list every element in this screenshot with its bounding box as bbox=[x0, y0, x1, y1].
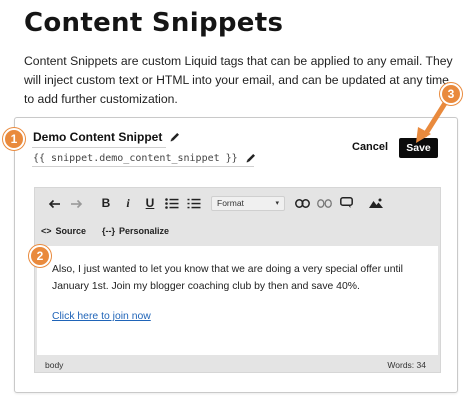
numbered-list-icon[interactable] bbox=[183, 194, 205, 212]
editor-status-bar: body Words: 34 bbox=[35, 356, 440, 373]
join-link[interactable]: Click here to join now bbox=[52, 311, 151, 322]
rich-text-editor: B i U Format ▾ <> Source {--} Personaliz… bbox=[34, 187, 441, 373]
snippet-name-field[interactable]: Demo Content Snippet bbox=[33, 130, 181, 144]
underline-icon: U bbox=[145, 196, 155, 210]
element-path: body bbox=[45, 360, 64, 370]
unlink-icon[interactable] bbox=[313, 194, 335, 212]
image-icon[interactable] bbox=[365, 194, 387, 212]
snippet-name-text: Demo Content Snippet bbox=[33, 130, 163, 144]
editor-body-text: Also, I just wanted to let you know that… bbox=[52, 264, 403, 292]
format-label: Format bbox=[217, 198, 244, 208]
source-label: Source bbox=[55, 226, 87, 236]
callout-badge-1: 1 bbox=[3, 128, 25, 150]
pencil-icon[interactable] bbox=[169, 131, 181, 143]
bold-icon: B bbox=[101, 196, 111, 210]
bullet-list-icon[interactable] bbox=[161, 194, 183, 212]
redo-icon[interactable] bbox=[65, 194, 87, 212]
personalize-button[interactable]: {--} Personalize bbox=[102, 226, 169, 236]
source-button[interactable]: <> Source bbox=[41, 226, 86, 236]
editor-toolbar: B i U Format ▾ bbox=[43, 194, 387, 212]
editor-secondary-toolbar: <> Source {--} Personalize bbox=[41, 224, 169, 238]
snippet-tag-field[interactable]: {{ snippet.demo_content_snippet }} bbox=[33, 152, 257, 164]
cancel-button[interactable]: Cancel bbox=[352, 141, 388, 153]
italic-button[interactable]: i bbox=[117, 194, 139, 212]
page-intro: Content Snippets are custom Liquid tags … bbox=[24, 54, 453, 106]
code-icon: <> bbox=[41, 226, 52, 236]
callout-badge-2: 2 bbox=[29, 245, 51, 267]
chevron-down-icon: ▾ bbox=[275, 200, 279, 207]
comment-icon[interactable] bbox=[335, 194, 357, 212]
link-icon[interactable] bbox=[291, 194, 313, 212]
italic-icon: i bbox=[126, 195, 130, 210]
bold-button[interactable]: B bbox=[95, 194, 117, 212]
editor-content-area[interactable]: Also, I just wanted to let you know that… bbox=[37, 246, 438, 355]
personalize-icon: {--} bbox=[102, 226, 116, 236]
underline-button[interactable]: U bbox=[139, 194, 161, 212]
callout-badge-3: 3 bbox=[440, 83, 462, 105]
pencil-icon[interactable] bbox=[245, 152, 257, 164]
tag-divider bbox=[32, 166, 254, 167]
word-count: Words: 34 bbox=[387, 360, 426, 370]
undo-icon[interactable] bbox=[43, 194, 65, 212]
page-title: Content Snippets bbox=[24, 8, 284, 38]
snippet-tag-text: {{ snippet.demo_content_snippet }} bbox=[33, 152, 238, 164]
format-dropdown[interactable]: Format ▾ bbox=[211, 195, 285, 211]
personalize-label: Personalize bbox=[119, 226, 170, 236]
save-button[interactable]: Save bbox=[399, 138, 438, 158]
name-divider bbox=[32, 147, 166, 148]
